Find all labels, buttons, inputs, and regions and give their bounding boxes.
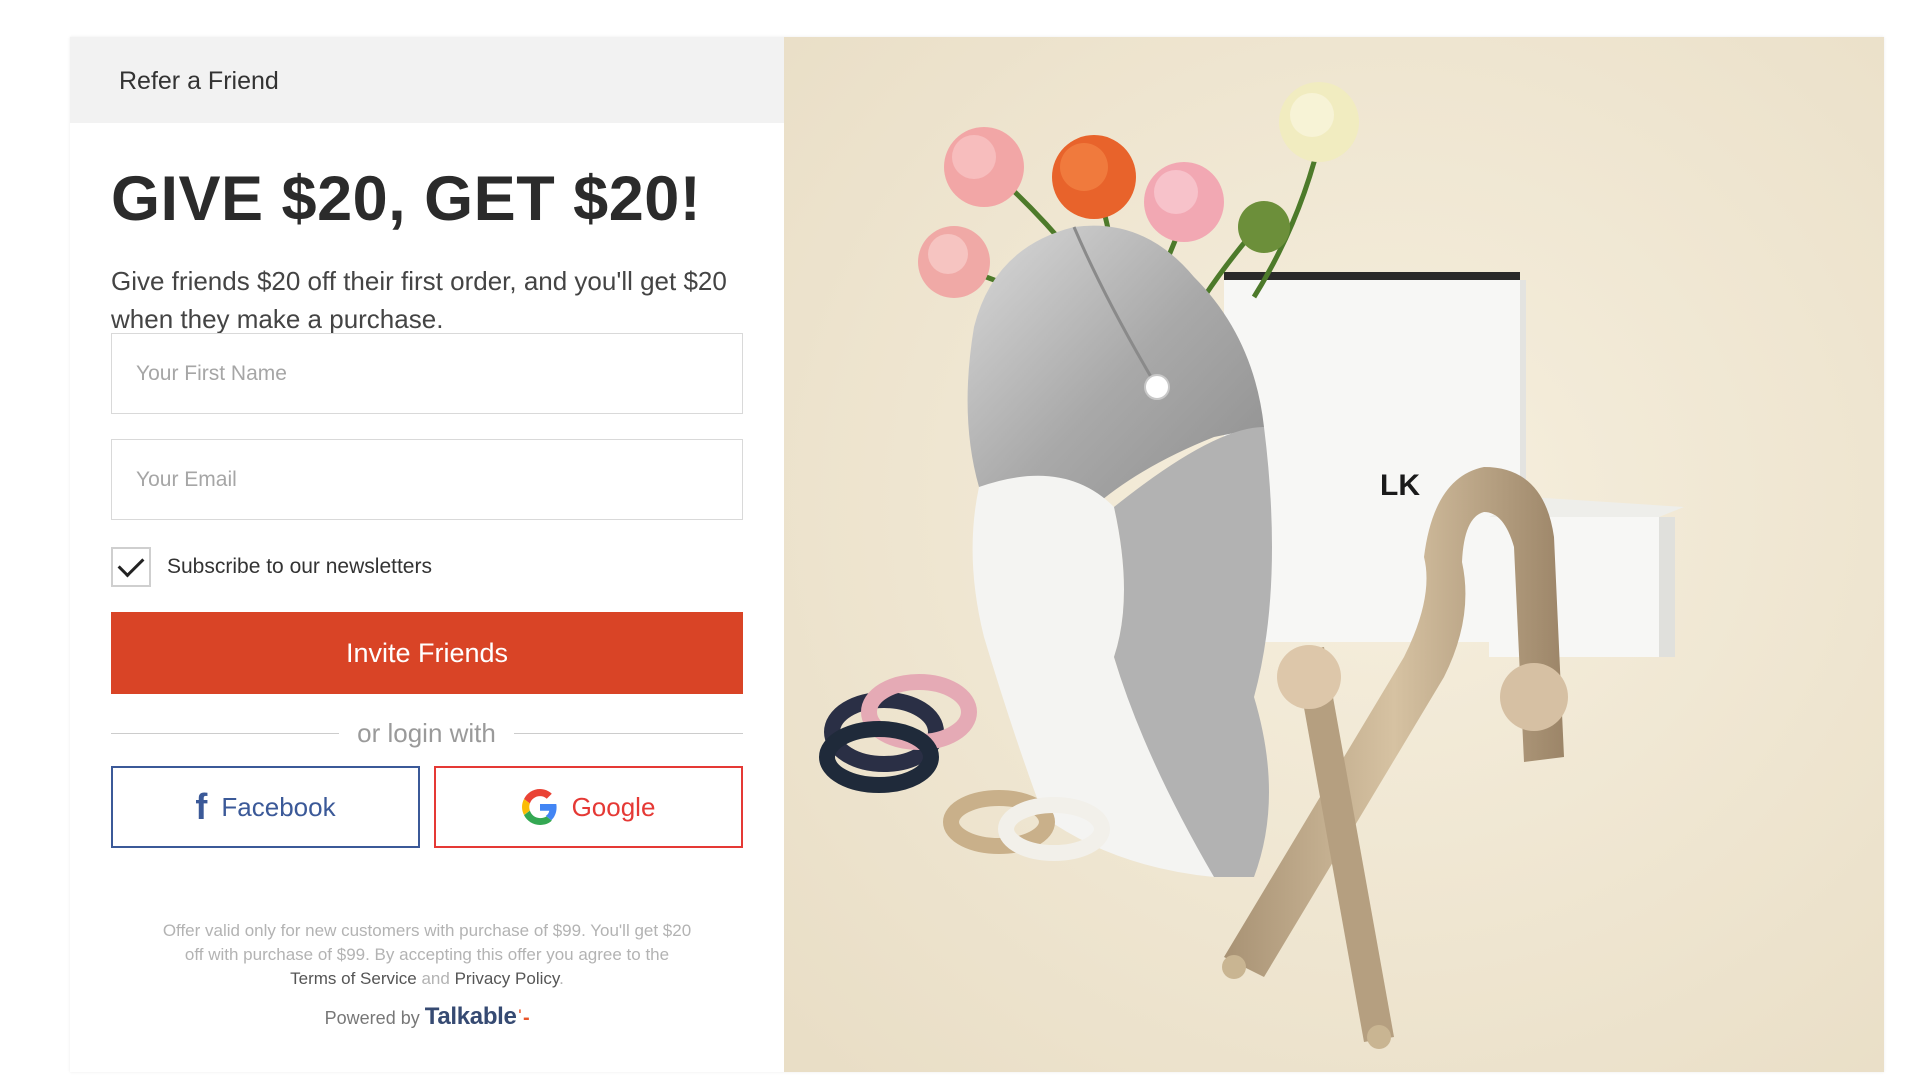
facebook-login-button[interactable]: f Facebook bbox=[111, 766, 420, 848]
newsletter-checkbox[interactable] bbox=[111, 547, 151, 587]
google-icon bbox=[521, 789, 557, 825]
referral-form-panel: Refer a Friend GIVE $20, GET $20! Give f… bbox=[70, 37, 784, 1072]
divider-line-right bbox=[514, 733, 743, 734]
newsletter-label[interactable]: Subscribe to our newsletters bbox=[167, 555, 432, 579]
product-photo-illustration: LK bbox=[784, 37, 1884, 1072]
facebook-icon: f bbox=[195, 786, 208, 827]
powered-by-text: Powered by bbox=[324, 1008, 420, 1028]
google-login-button[interactable]: Google bbox=[434, 766, 743, 848]
modal-title: Refer a Friend bbox=[119, 67, 279, 95]
box-brand-text: LK bbox=[1380, 469, 1420, 502]
powered-by: Powered by Talkableˈ- bbox=[70, 1003, 784, 1031]
referral-modal: Refer a Friend GIVE $20, GET $20! Give f… bbox=[70, 37, 1884, 1072]
modal-header: Refer a Friend bbox=[70, 37, 784, 123]
google-label: Google bbox=[571, 791, 656, 822]
offer-headline: GIVE $20, GET $20! bbox=[111, 164, 702, 234]
talkable-mark-icon: ˈ- bbox=[516, 1007, 530, 1029]
offer-description: Give friends $20 off their first order, … bbox=[111, 266, 727, 334]
facebook-label: Facebook bbox=[221, 791, 336, 822]
login-divider-text: or login with bbox=[357, 718, 496, 748]
legal-and: and bbox=[421, 969, 450, 988]
checkmark-icon bbox=[117, 550, 145, 578]
product-photo: LK bbox=[784, 37, 1884, 1072]
email-input[interactable] bbox=[111, 439, 743, 520]
privacy-policy-link[interactable]: Privacy Policy bbox=[455, 969, 560, 988]
legal-text: Offer valid only for new customers with … bbox=[162, 921, 692, 964]
legal-period: . bbox=[559, 969, 564, 988]
legal-disclaimer: Offer valid only for new customers with … bbox=[160, 919, 694, 991]
divider-line-left bbox=[111, 733, 339, 734]
terms-of-service-link[interactable]: Terms of Service bbox=[290, 969, 417, 988]
talkable-logo[interactable]: Talkableˈ- bbox=[425, 1003, 530, 1030]
first-name-input[interactable] bbox=[111, 333, 743, 414]
invite-friends-button[interactable]: Invite Friends bbox=[111, 612, 743, 694]
